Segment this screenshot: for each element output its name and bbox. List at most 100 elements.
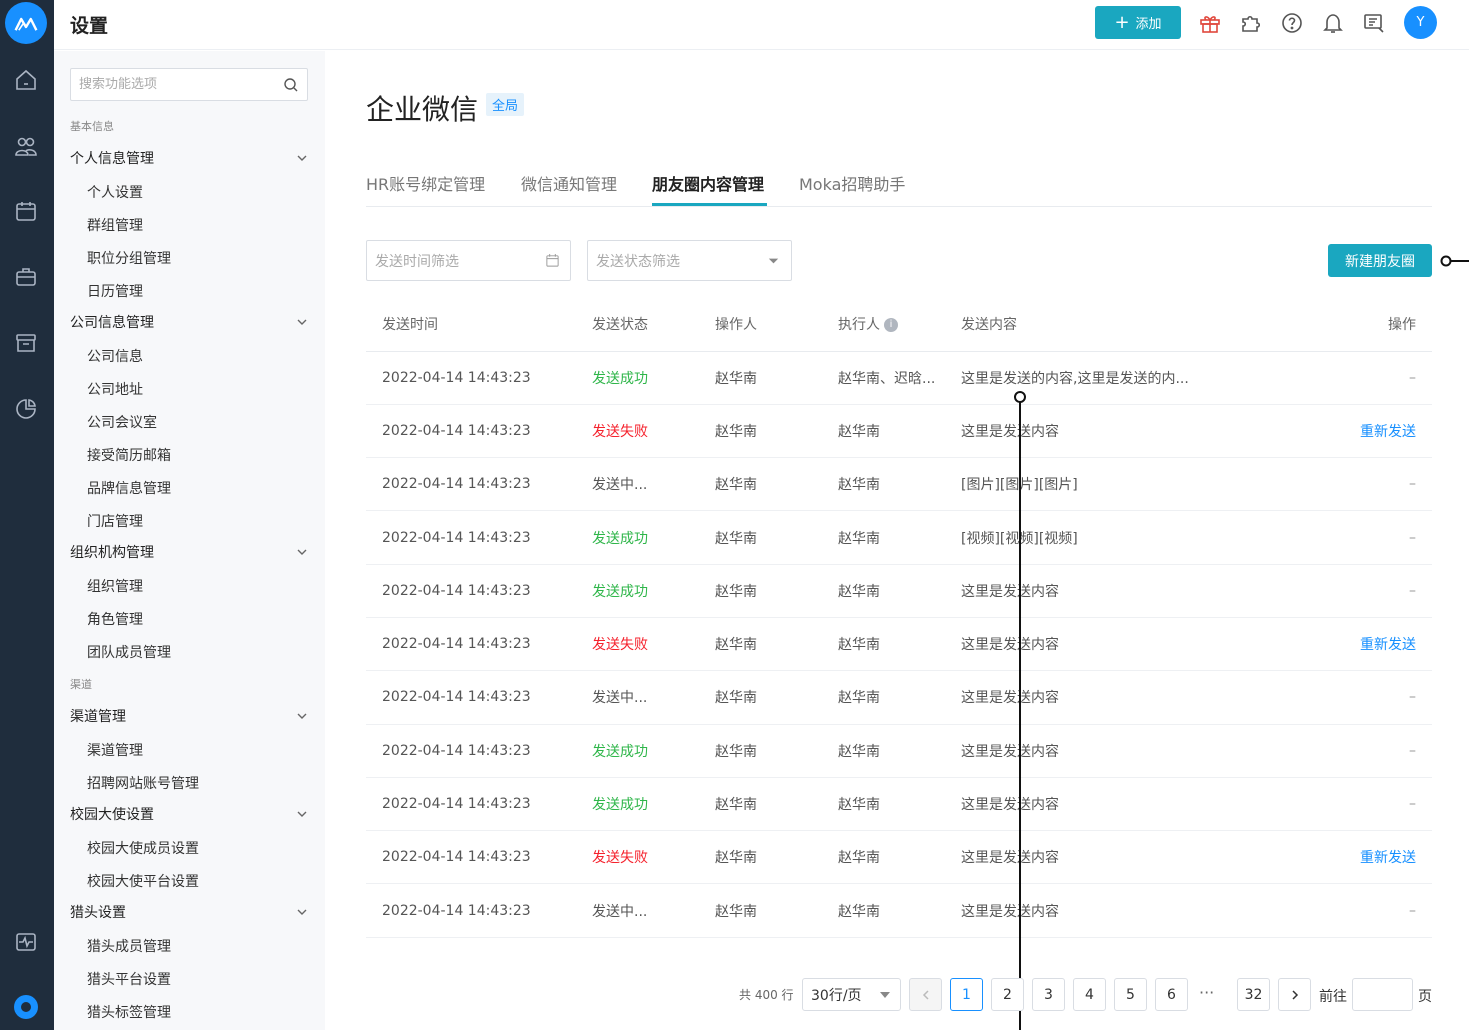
bell-icon[interactable] [1321,11,1345,35]
nav-item-meeting-room[interactable]: 公司会议室 [87,412,157,432]
annotation-handle [1014,391,1026,403]
cell-content: 这里是发送内容 [961,423,1059,440]
nav-item-personal-settings[interactable]: 个人设置 [87,182,143,202]
nav-item-store[interactable]: 门店管理 [87,511,143,531]
activity-icon[interactable] [13,929,39,955]
cell-executor: 赵华南 [838,797,880,814]
cell-send-status: 发送成功 [592,777,715,832]
archive-icon[interactable] [13,330,39,356]
cell-operator: 赵华南 [715,370,757,387]
gift-icon[interactable] [1198,11,1222,35]
nav-group-basic: 基本信息 [70,120,114,133]
tab-moments[interactable]: 朋友圈内容管理 [652,171,764,195]
nav-item-headhunter-platform[interactable]: 猎头平台设置 [87,969,171,989]
search-icon[interactable] [283,77,299,93]
cell-send-status: 发送成功 [592,564,715,618]
scope-badge: 全局 [486,93,525,116]
cell-action: – [1261,724,1432,778]
page-suffix-label: 页 [1418,989,1432,1005]
resend-link[interactable]: 重新发送 [1360,637,1416,653]
nav-item-company-address[interactable]: 公司地址 [87,379,143,399]
users-icon[interactable] [13,133,39,159]
nav-item-group-management[interactable]: 群组管理 [87,215,143,235]
tab-wechat-notify[interactable]: 微信通知管理 [521,171,617,195]
cell-operator: 赵华南 [715,530,757,547]
page-button-1[interactable]: 1 [950,978,983,1011]
cell-content: 这里是发送的内容,这里是发送的内... [961,351,1261,405]
nav-item-company-info[interactable]: 公司信息 [87,346,143,366]
nav-item-role-management[interactable]: 角色管理 [87,609,143,629]
send-time-filter[interactable]: 发送时间筛选 [366,240,571,281]
nav-section-organization[interactable]: 组织机构管理 [70,540,308,564]
info-icon[interactable]: i [884,317,898,332]
cell-operator: 赵华南 [715,743,757,760]
nav-section-headhunter[interactable]: 猎头设置 [70,900,308,924]
add-button[interactable]: + 添加 [1095,6,1181,39]
cell-action: – [1409,582,1416,599]
nav-item-team-members[interactable]: 团队成员管理 [87,642,171,662]
cell-operator: 赵华南 [715,637,757,654]
cell-content: 这里是发送内容 [961,564,1261,618]
message-board-icon[interactable] [1362,11,1386,35]
chart-pie-icon[interactable] [13,396,39,422]
home-icon[interactable] [13,67,39,93]
nav-item-campus-platform[interactable]: 校园大使平台设置 [87,871,199,891]
table-row: 2022-04-14 14:43:23 发送成功 赵华南 赵华南 这里是发送内容 – [366,777,1432,832]
page-button-last[interactable]: 32 [1237,978,1270,1011]
cell-send-time: 2022-04-14 14:43:23 [382,796,531,813]
page-button-5[interactable]: 5 [1114,978,1147,1011]
resend-link[interactable]: 重新发送 [1360,424,1416,440]
nav-section-channel[interactable]: 渠道管理 [70,704,308,728]
cell-executor: 赵华南 [838,690,880,707]
tab-moka-assistant[interactable]: Moka招聘助手 [799,171,905,195]
page-button-6[interactable]: 6 [1155,978,1188,1011]
briefcase-icon[interactable] [13,264,39,290]
table-header-row: 发送时间 发送状态 操作人 执行人 i 发送内容 操作 [366,297,1432,352]
cell-send-status: 发送成功 [592,370,648,387]
nav-item-channel-management[interactable]: 渠道管理 [87,740,143,760]
user-avatar[interactable]: Y [1404,6,1437,39]
new-moment-button[interactable]: 新建朋友圈 [1328,244,1432,277]
page-button-2[interactable]: 2 [991,978,1024,1011]
page-button-4[interactable]: 4 [1073,978,1106,1011]
page-size-select[interactable]: 30行/页 [802,978,901,1011]
nav-item-headhunter-members[interactable]: 猎头成员管理 [87,936,171,956]
chevron-down-icon [297,713,307,719]
page-button-3[interactable]: 3 [1032,978,1065,1011]
col-send-time: 发送时间 [366,297,592,352]
cell-executor: 赵华南 [838,564,961,618]
nav-group-channel: 渠道 [70,678,92,691]
puzzle-icon[interactable] [1239,11,1263,35]
tab-hr-binding[interactable]: HR账号绑定管理 [366,171,485,195]
nav-item-org-management[interactable]: 组织管理 [87,576,143,596]
prev-page-button[interactable] [909,978,942,1011]
calendar-icon[interactable] [13,198,39,224]
pagination-ellipsis[interactable]: ··· [1199,983,1214,1002]
next-page-button[interactable] [1278,978,1311,1011]
nav-item-calendar[interactable]: 日历管理 [87,281,143,301]
pagination-total: 共 400 行 [739,988,794,1002]
add-button-label: 添加 [1135,17,1162,32]
nav-item-resume-mailbox[interactable]: 接受简历邮箱 [87,445,171,465]
nav-section-personal[interactable]: 个人信息管理 [70,146,308,170]
nav-item-brand-info[interactable]: 品牌信息管理 [87,478,171,498]
goto-page-input[interactable] [1352,978,1413,1011]
cell-send-status: 发送成功 [592,724,715,778]
cell-executor: 赵华南 [838,423,880,440]
app-logo-icon[interactable] [5,2,47,44]
cell-send-status: 发送成功 [592,530,648,547]
cell-send-status: 发送失败 [592,617,715,672]
nav-item-position-group[interactable]: 职位分组管理 [87,248,171,268]
cell-action: – [1409,742,1416,759]
nav-item-job-site-accounts[interactable]: 招聘网站账号管理 [87,773,199,793]
help-icon[interactable] [1280,11,1304,35]
resend-link[interactable]: 重新发送 [1360,850,1416,866]
nav-section-campus[interactable]: 校园大使设置 [70,802,308,826]
send-status-filter[interactable]: 发送状态筛选 [587,240,792,281]
nav-item-headhunter-tags[interactable]: 猎头标签管理 [87,1002,171,1022]
table-row: 2022-04-14 14:43:23 发送中... 赵华南 赵华南 [图片][图片][… [366,457,1432,512]
settings-icon[interactable] [14,995,38,1019]
nav-item-campus-members[interactable]: 校园大使成员设置 [87,838,199,858]
nav-section-company[interactable]: 公司信息管理 [70,310,308,334]
settings-search-input[interactable] [71,69,271,100]
